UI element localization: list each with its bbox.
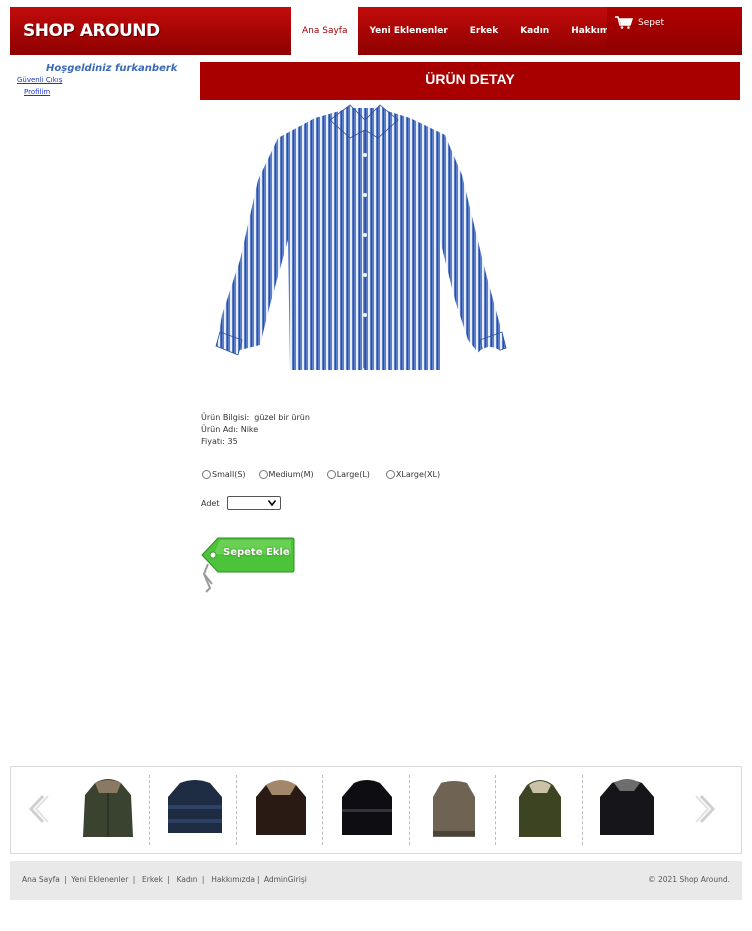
footer-link-about[interactable]: Hakkımızda — [211, 875, 255, 884]
size-label-small: Small(S) — [212, 470, 246, 479]
size-option-large[interactable]: Large(L) — [326, 470, 370, 479]
footer-separator: | — [199, 875, 207, 884]
size-option-xlarge[interactable]: XLarge(XL) — [385, 470, 441, 479]
page-title: ÜRÜN DETAY — [200, 62, 740, 100]
carousel-item[interactable] — [497, 775, 583, 847]
nav-item-men[interactable]: Erkek — [459, 7, 509, 55]
carousel-divider — [495, 775, 496, 845]
nav-item-women[interactable]: Kadın — [509, 7, 560, 55]
cart-label: Sepet — [638, 18, 665, 28]
price-tag-icon — [201, 537, 295, 593]
product-name-row: Ürün Adı: Nike — [201, 425, 258, 434]
carousel-item[interactable] — [411, 775, 497, 847]
product-price-value: 35 — [227, 437, 238, 446]
footer-link-women[interactable]: Kadın — [177, 875, 198, 884]
profile-link[interactable]: Profilim — [24, 88, 50, 96]
site-footer: Ana Sayfa | Yeni Eklenenler | Erkek | Ka… — [10, 861, 742, 900]
size-radio-medium[interactable] — [258, 470, 268, 479]
nav-item-home[interactable]: Ana Sayfa — [291, 7, 359, 55]
cart-icon — [615, 16, 633, 29]
size-radio-small[interactable] — [202, 470, 211, 479]
size-radio-xlarge[interactable] — [385, 470, 395, 479]
carousel-divider — [582, 775, 583, 845]
nav-item-new[interactable]: Yeni Eklenenler — [358, 7, 458, 55]
carousel-divider — [409, 775, 410, 845]
site-header: SHOP AROUND Ana Sayfa Yeni Eklenenler Er… — [10, 7, 742, 55]
product-name-value: Nike — [240, 425, 259, 434]
footer-separator: | — [164, 875, 173, 884]
footer-link-new[interactable]: Yeni Eklenenler — [71, 875, 128, 884]
welcome-text: Hoşgeldiniz furkanberk — [46, 63, 178, 74]
size-radio-large[interactable] — [326, 470, 336, 479]
carousel-item[interactable] — [584, 775, 670, 847]
footer-separator: | — [256, 875, 260, 884]
product-image — [200, 100, 520, 408]
cart-button[interactable]: Sepet — [607, 7, 742, 49]
quantity-label: Adet — [201, 499, 220, 508]
footer-link-admin[interactable]: AdminGirişi — [264, 875, 307, 884]
carousel-item[interactable] — [324, 775, 410, 847]
footer-links: Ana Sayfa | Yeni Eklenenler | Erkek | Ka… — [22, 875, 307, 884]
carousel-item[interactable] — [238, 775, 324, 847]
footer-separator: | — [130, 875, 138, 884]
carousel-divider — [149, 775, 150, 845]
size-label-xlarge: XLarge(XL) — [395, 470, 441, 479]
product-info-value: güzel bir ürün — [254, 413, 310, 422]
footer-separator: | — [61, 875, 67, 884]
size-option-small[interactable]: Small(S) — [202, 470, 246, 479]
footer-link-home[interactable]: Ana Sayfa — [22, 875, 60, 884]
carousel-item[interactable] — [152, 775, 238, 847]
size-options: Small(S) Medium(M) Large(L) XLarge(XL) — [202, 470, 453, 479]
main-nav: Ana Sayfa Yeni Eklenenler Erkek Kadın Ha… — [291, 7, 641, 55]
carousel-item[interactable] — [65, 775, 151, 847]
carousel-divider — [236, 775, 237, 845]
logout-link[interactable]: Güvenli Çıkış — [17, 76, 62, 84]
copyright-text: © 2021 Shop Around. — [648, 875, 730, 884]
chevron-down-icon — [268, 500, 276, 506]
size-label-medium: Medium(M) — [268, 470, 314, 479]
carousel-divider — [322, 775, 323, 845]
product-info-label: Ürün Bilgisi: — [201, 413, 250, 422]
product-price-label: Fiyatı: — [201, 437, 225, 446]
footer-link-men[interactable]: Erkek — [142, 875, 163, 884]
add-to-cart-label: Sepete Ekle — [223, 547, 290, 558]
quantity-select[interactable] — [227, 496, 281, 510]
product-price-row: Fiyatı: 35 — [201, 437, 238, 446]
site-logo[interactable]: SHOP AROUND — [23, 21, 160, 41]
product-carousel — [10, 766, 742, 854]
size-option-medium[interactable]: Medium(M) — [258, 470, 314, 479]
chevron-left-icon[interactable] — [25, 794, 51, 824]
size-label-large: Large(L) — [336, 470, 370, 479]
product-name-label: Ürün Adı: — [201, 425, 239, 434]
chevron-right-icon[interactable] — [693, 794, 719, 824]
add-to-cart-button[interactable]: Sepete Ekle — [200, 536, 296, 594]
product-info-row: Ürün Bilgisi: güzel bir ürün — [201, 413, 310, 422]
